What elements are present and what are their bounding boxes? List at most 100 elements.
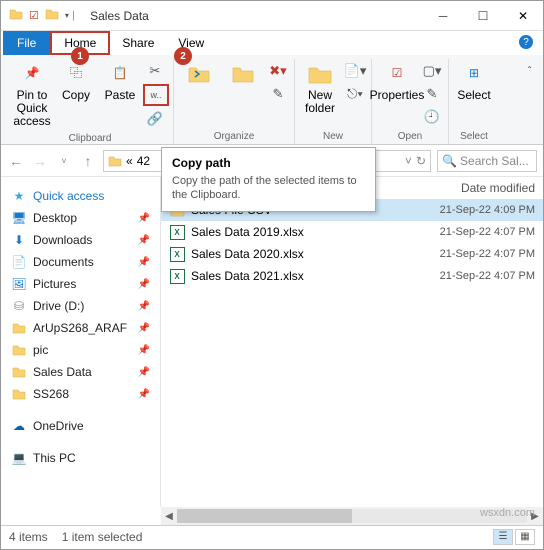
group-organize: ✖▾ ✎ Organize <box>174 59 295 144</box>
tree-label: Drive (D:) <box>33 299 84 313</box>
titlebar: ☑ ▾ │ Sales Data ─ ☐ ✕ <box>1 1 543 31</box>
xlsx-icon: X <box>169 246 185 262</box>
tree-label: This PC <box>33 451 76 465</box>
tree-label: Sales Data <box>33 365 92 379</box>
tree-item[interactable]: 💻 This PC <box>5 447 156 469</box>
close-button[interactable]: ✕ <box>503 1 543 31</box>
group-label: New <box>323 129 343 144</box>
tree-item[interactable]: 📄 Documents 📌 <box>5 251 156 273</box>
tree-label: Documents <box>33 255 94 269</box>
pin-icon: 📌 <box>138 213 150 224</box>
delete-icon[interactable]: ✖▾ <box>266 61 290 81</box>
navigation-tree[interactable]: ★ Quick access 🖥 Desktop 📌 ⬇ Downloads 📌… <box>1 177 161 507</box>
file-date: 21-Sep-22 4:09 PM <box>440 204 535 216</box>
tree-label: Quick access <box>33 189 104 203</box>
tree-label: pic <box>33 343 48 357</box>
tree-item[interactable]: pic 📌 <box>5 339 156 361</box>
properties-button[interactable]: ☑Properties <box>376 59 418 104</box>
pin-quick-access-button[interactable]: 📌Pin to Quick access <box>11 59 53 131</box>
ribbon-collapse-icon[interactable]: ⌃ <box>526 65 533 74</box>
up-button[interactable]: ↑ <box>79 153 97 169</box>
help-icon[interactable]: ? <box>519 35 533 49</box>
group-new: New folder 📄▾ ⎋▾ New <box>295 59 372 144</box>
header-date[interactable]: Date modified <box>461 181 535 195</box>
paste-shortcut-icon[interactable]: 🔗 <box>143 109 167 129</box>
tree-item[interactable]: 🖼 Pictures 📌 <box>5 273 156 295</box>
main-pane: ★ Quick access 🖥 Desktop 📌 ⬇ Downloads 📌… <box>1 177 543 507</box>
fold-icon <box>11 364 27 380</box>
paste-button[interactable]: 📋Paste <box>99 59 141 104</box>
desk-icon: 🖥 <box>11 210 27 226</box>
window-title: Sales Data <box>84 9 423 23</box>
status-bar: 4 items 1 item selected ☰ ▦ <box>1 525 543 547</box>
details-view-button[interactable]: ☰ <box>493 529 513 545</box>
ribbon: 📌Pin to Quick access ⿻Copy 📋Paste ✂ w.. … <box>1 55 543 145</box>
copy-path-button[interactable]: w.. <box>143 84 169 106</box>
group-label: Clipboard <box>69 131 112 146</box>
tree-item[interactable]: ⛁ Drive (D:) 📌 <box>5 295 156 317</box>
fold-icon <box>11 320 27 336</box>
group-label: Open <box>398 129 422 144</box>
recent-dropdown[interactable]: ˅ <box>55 156 73 166</box>
refresh-icon[interactable]: ↻ <box>416 154 426 168</box>
list-item[interactable]: X Sales Data 2021.xlsx 21-Sep-22 4:07 PM <box>161 265 543 287</box>
pin-icon: 📌 <box>138 257 150 268</box>
file-list[interactable]: Date modified Sales File CSV 21-Sep-22 4… <box>161 177 543 507</box>
tree-item[interactable]: ☁ OneDrive <box>5 415 156 437</box>
group-label: Select <box>460 129 488 144</box>
watermark: wsxdn.com <box>480 507 535 519</box>
pin-icon: 📌 <box>138 367 150 378</box>
dl-icon: ⬇ <box>11 232 27 248</box>
annotation-2: 2 <box>174 47 192 65</box>
copy-to-button[interactable] <box>222 59 264 89</box>
tab-file[interactable]: File <box>3 31 50 55</box>
drv-icon: ⛁ <box>11 298 27 314</box>
pic-icon: 🖼 <box>11 276 27 292</box>
copy-button[interactable]: ⿻Copy <box>55 59 97 104</box>
new-item-icon[interactable]: 📄▾ <box>343 61 367 81</box>
tree-item[interactable]: ArUpS268_ARAF 📌 <box>5 317 156 339</box>
tree-label: SS268 <box>33 387 69 401</box>
status-selected: 1 item selected <box>62 530 143 544</box>
back-button[interactable]: ← <box>7 153 25 169</box>
file-name: Sales Data 2021.xlsx <box>191 269 434 283</box>
qat-dropdown-icon[interactable]: ▾ │ <box>65 11 76 20</box>
list-item[interactable]: X Sales Data 2019.xlsx 21-Sep-22 4:07 PM <box>161 221 543 243</box>
tab-share[interactable]: Share <box>110 31 166 55</box>
chevron-down-icon[interactable]: ˅ <box>405 154 412 168</box>
tree-item[interactable]: 🖥 Desktop 📌 <box>5 207 156 229</box>
tree-label: Pictures <box>33 277 76 291</box>
tree-item[interactable]: Sales Data 📌 <box>5 361 156 383</box>
tree-label: Downloads <box>33 233 92 247</box>
rename-icon[interactable]: ✎ <box>266 84 290 104</box>
group-open: ☑Properties ▢▾ ✎ 🕘 Open <box>372 59 449 144</box>
folder-icon <box>45 8 59 23</box>
file-name: Sales Data 2019.xlsx <box>191 225 434 239</box>
search-input[interactable]: 🔍 Search Sal... <box>437 150 537 172</box>
history-icon[interactable]: 🕘 <box>420 107 444 127</box>
group-label: Organize <box>214 129 255 144</box>
file-date: 21-Sep-22 4:07 PM <box>440 248 535 260</box>
annotation-1: 1 <box>71 47 89 65</box>
open-icon[interactable]: ▢▾ <box>420 61 444 81</box>
pc-icon: 💻 <box>11 450 27 466</box>
tree-item[interactable]: ⬇ Downloads 📌 <box>5 229 156 251</box>
thumbnails-view-button[interactable]: ▦ <box>515 529 535 545</box>
cut-icon[interactable]: ✂ <box>143 61 167 81</box>
file-date: 21-Sep-22 4:07 PM <box>440 226 535 238</box>
select-button[interactable]: ⊞Select <box>453 59 495 104</box>
forward-button[interactable]: → <box>31 153 49 169</box>
fold-icon <box>11 342 27 358</box>
tree-item[interactable]: ★ Quick access <box>5 185 156 207</box>
easy-access-icon[interactable]: ⎋▾ <box>343 84 367 104</box>
new-folder-button[interactable]: New folder <box>299 59 341 117</box>
tooltip-body: Copy the path of the selected items to t… <box>172 174 365 203</box>
pin-icon: 📌 <box>138 279 150 290</box>
tree-label: OneDrive <box>33 419 84 433</box>
tree-item[interactable]: SS268 📌 <box>5 383 156 405</box>
maximize-button[interactable]: ☐ <box>463 1 503 31</box>
pin-icon: 📌 <box>138 235 150 246</box>
minimize-button[interactable]: ─ <box>423 1 463 31</box>
edit-icon[interactable]: ✎ <box>420 84 444 104</box>
list-item[interactable]: X Sales Data 2020.xlsx 21-Sep-22 4:07 PM <box>161 243 543 265</box>
